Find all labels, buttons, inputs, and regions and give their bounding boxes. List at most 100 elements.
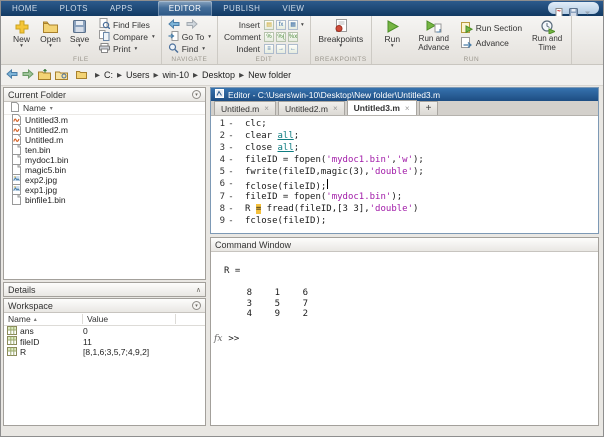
code-line[interactable]: 2- clear all; [211, 131, 598, 143]
new-button[interactable]: New ▾ [7, 18, 36, 49]
close-icon[interactable]: × [264, 104, 269, 113]
breadcrumb-segment[interactable]: win-10 [163, 70, 190, 80]
ribbon-tab-home[interactable]: HOME [1, 1, 49, 16]
command-window-body[interactable]: R = 8 1 6 3 5 7 4 9 2 fx >> [211, 252, 598, 344]
matrix-value: 5 [274, 298, 280, 309]
insert-function-icon[interactable]: fx [276, 19, 287, 30]
code-editor[interactable]: 1- clc; 2- clear all; 3- close all; 4- fileID =… [211, 116, 598, 233]
file-item[interactable]: Untitled3.m [4, 113, 205, 125]
fx-icon[interactable]: fx [214, 334, 222, 344]
breadcrumb-arrow-icon: ▶ [153, 72, 159, 79]
file-item[interactable]: Untitled.m [4, 133, 205, 145]
editor-tab-untitled2-m[interactable]: Untitled2.m × [277, 101, 345, 115]
ribbon-tab-editor[interactable]: EDITOR [157, 1, 213, 16]
run-button[interactable]: Run ▾ [378, 18, 407, 49]
uncomment-icon[interactable]: %{ [276, 31, 287, 42]
file-item[interactable]: binfile1.bin [4, 193, 205, 205]
run-and-time-button[interactable]: Run and Time [529, 18, 565, 52]
run-section-icon [460, 21, 473, 35]
ribbon-tab-view[interactable]: VIEW [271, 1, 315, 16]
breadcrumb-segment[interactable]: New folder [248, 70, 291, 80]
editor-tab-untitled-m[interactable]: Untitled.m × [214, 101, 276, 115]
insert-section-icon[interactable]: ▤ [264, 19, 275, 30]
indent-right-icon[interactable]: → [276, 43, 287, 54]
code-line[interactable]: 7- fileID = fopen('mydoc1.bin'); [211, 192, 598, 204]
code-segment: 'mydoc1.bin' [326, 191, 392, 202]
matrix-row: 3 5 7 [211, 299, 598, 310]
wrap-comments-icon[interactable]: %x [288, 31, 299, 42]
addr-forward-icon[interactable] [22, 68, 34, 81]
workspace-row[interactable]: fileID 11 [4, 336, 205, 348]
command-window-title: Command Window [215, 239, 292, 250]
breakpoints-button[interactable]: Breakpoints ▾ [318, 18, 364, 49]
breadcrumb-segment[interactable]: C: [104, 70, 113, 80]
up-folder-icon[interactable] [38, 68, 51, 82]
goto-button[interactable]: Go To ▾ [168, 30, 211, 42]
file-item[interactable]: mydoc1.bin [4, 153, 205, 165]
ribbon-tab-apps[interactable]: APPS [99, 1, 144, 16]
panel-menu-icon[interactable]: ▾ [192, 301, 201, 310]
file-item[interactable]: Untitled2.m [4, 123, 205, 135]
open-button[interactable]: Open ▾ [36, 18, 65, 49]
file-item[interactable]: exp2.jpg [4, 173, 205, 185]
browse-folder-icon[interactable] [55, 69, 68, 82]
find-button[interactable]: Find ▾ [168, 42, 211, 54]
breadcrumb-segment[interactable]: Desktop [202, 70, 235, 80]
quick-access-caret-icon[interactable] [583, 4, 592, 14]
code-line[interactable]: 5- fwrite(fileID,magic(3),'double'); [211, 167, 598, 179]
smart-indent-icon[interactable]: ≡ [264, 43, 275, 54]
compare-button[interactable]: Compare ▾ [99, 30, 155, 43]
find-files-button[interactable]: Find Files [99, 18, 155, 30]
ribbon-tab-plots[interactable]: PLOTS [49, 1, 99, 16]
compare-icon [99, 30, 110, 43]
workspace-row[interactable]: R [8,1,6;3,5,7;4,9,2] [4, 346, 205, 358]
workspace-panel: Workspace ▾ Name ▴ Value ans 0 fileID 11 R [8,… [3, 298, 206, 426]
file-item[interactable]: magic5.bin [4, 163, 205, 175]
code-segment: fileID = fopen( [245, 155, 327, 166]
command-prompt[interactable]: fx >> [211, 334, 598, 344]
quick-access-save-icon[interactable] [569, 4, 578, 17]
file-item[interactable]: ten.bin [4, 143, 205, 155]
comment-icon[interactable]: % [264, 31, 275, 42]
breadcrumb-segment[interactable]: Users [126, 70, 150, 80]
addr-back-icon[interactable] [6, 68, 18, 81]
file-name: Untitled2.m [25, 125, 68, 135]
insert-image-icon[interactable]: ▦ [288, 19, 299, 30]
close-icon[interactable]: × [405, 104, 410, 113]
close-icon[interactable]: × [333, 104, 338, 113]
new-document-icon [15, 18, 29, 35]
new-tab-button[interactable]: + [418, 101, 439, 115]
line-marker: - [228, 167, 234, 178]
code-line[interactable]: 4- fileID = fopen('mydoc1.bin','w'); [211, 155, 598, 167]
quick-access-new-script-icon[interactable] [555, 4, 564, 17]
run-section-button[interactable]: Run Section [460, 21, 522, 35]
save-button[interactable]: Save ▾ [65, 18, 94, 49]
run-and-advance-button[interactable]: Run and Advance [414, 18, 454, 52]
editor-tab-untitled3-m[interactable]: Untitled3.m × [346, 100, 417, 115]
code-text: fclose(fileID); [237, 179, 329, 192]
file-item[interactable]: exp1.jpg [4, 183, 205, 195]
open-folder-icon [43, 18, 58, 35]
address-bar: ▶ C: ▶ Users ▶ win-10 ▶ Desktop ▶ New folder [1, 65, 603, 86]
advance-button[interactable]: Advance [460, 36, 522, 49]
workspace-value-column[interactable]: Value [83, 314, 176, 324]
print-button[interactable]: Print ▾ [99, 42, 155, 54]
code-line[interactable]: 1- clc; [211, 119, 598, 131]
name-column-header[interactable]: Name ▾ [4, 102, 205, 115]
indent-left-icon[interactable]: ← [288, 43, 299, 54]
line-marker: - [228, 119, 234, 129]
ribbon-section-breakpoints: Breakpoints ▾ BREAKPOINTS [311, 16, 372, 64]
code-line[interactable]: 6- fclose(fileID); [211, 179, 598, 192]
workspace-name-column[interactable]: Name ▴ [4, 314, 83, 324]
code-line[interactable]: 8-R = fread(fileID,[3 3],'double') [211, 203, 598, 216]
ribbon-tab-publish[interactable]: PUBLISH [212, 1, 271, 16]
panel-menu-icon[interactable]: ▾ [192, 90, 201, 99]
variable-name-text: ans [20, 326, 34, 337]
workspace-row[interactable]: ans 0 [4, 325, 205, 337]
collapse-icon[interactable]: ∧ [196, 286, 201, 294]
text-cursor [327, 179, 329, 190]
details-header[interactable]: Details ∧ [4, 283, 205, 296]
code-line[interactable]: 3- close all; [211, 143, 598, 155]
code-line[interactable]: 9- fclose(fileID); [211, 216, 598, 228]
file-name: ten.bin [25, 145, 51, 155]
